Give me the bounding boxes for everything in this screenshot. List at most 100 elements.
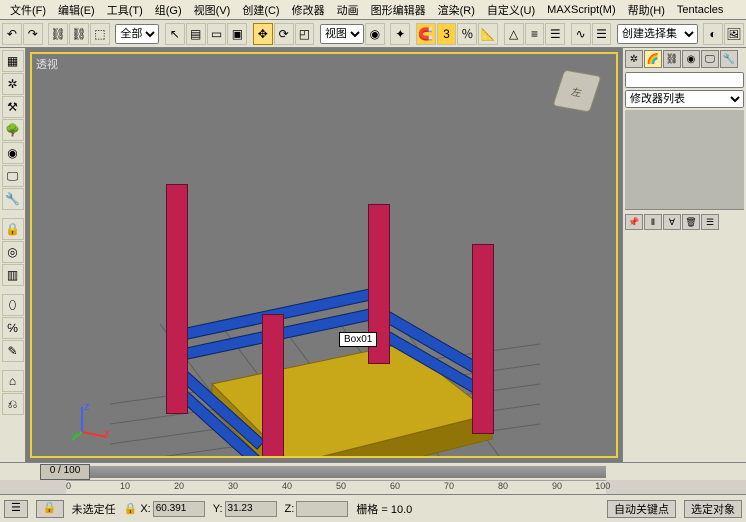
spinner-snap-toggle[interactable]: 📐 bbox=[478, 23, 498, 45]
x-label: 🔒 X: bbox=[124, 502, 151, 515]
time-slider-track[interactable]: 0 / 100 bbox=[40, 466, 606, 478]
script-listener-button[interactable]: ☰ bbox=[4, 500, 28, 518]
motion-tab[interactable]: ◉ bbox=[2, 142, 24, 164]
align-button[interactable]: ≡ bbox=[525, 23, 545, 45]
time-slider-bar: 0 / 100 0 / 100 bbox=[0, 462, 746, 480]
motion-panel-tab[interactable]: ◉ bbox=[682, 50, 700, 68]
angle-snap-toggle[interactable]: 3 bbox=[437, 23, 457, 45]
create-tab[interactable]: ✲ bbox=[2, 73, 24, 95]
remove-modifier-button[interactable]: 🗑 bbox=[682, 214, 700, 230]
ref-coord-system[interactable]: 视图 bbox=[320, 24, 364, 44]
scene-model bbox=[122, 174, 522, 458]
misc-tool-5[interactable]: ⎌ bbox=[2, 393, 24, 415]
make-unique-button[interactable]: ∀ bbox=[663, 214, 681, 230]
menu-tools[interactable]: 工具(T) bbox=[101, 0, 149, 20]
redo-button[interactable]: ↷ bbox=[23, 23, 43, 45]
modifier-list[interactable]: 修改器列表 bbox=[625, 90, 744, 108]
auto-key-button[interactable]: 自动关键点 bbox=[607, 500, 676, 518]
y-label: Y: bbox=[213, 503, 223, 515]
menu-tentacles[interactable]: Tentacles bbox=[671, 2, 729, 18]
schematic-view-button[interactable]: ☰ bbox=[592, 23, 612, 45]
show-end-result-button[interactable]: Ⅱ bbox=[644, 214, 662, 230]
svg-text:y: y bbox=[72, 429, 78, 441]
select-manipulate-button[interactable]: ✦ bbox=[390, 23, 410, 45]
modifier-stack[interactable] bbox=[625, 110, 744, 210]
undo-button[interactable]: ↶ bbox=[2, 23, 22, 45]
layers-button[interactable]: ☰ bbox=[545, 23, 565, 45]
hierarchy-tab[interactable]: 🌳 bbox=[2, 119, 24, 141]
menu-rendering[interactable]: 渲染(R) bbox=[432, 0, 481, 20]
menu-bar: 文件(F) 编辑(E) 工具(T) 组(G) 视图(V) 创建(C) 修改器 动… bbox=[0, 0, 746, 20]
svg-text:z: z bbox=[84, 402, 90, 413]
tab-panel-button[interactable]: ▦ bbox=[2, 50, 24, 72]
menu-file[interactable]: 文件(F) bbox=[4, 0, 52, 20]
link-button[interactable]: ⛓ bbox=[48, 23, 68, 45]
misc-tool-1[interactable]: ⬯ bbox=[2, 294, 24, 316]
menu-create[interactable]: 创建(C) bbox=[236, 0, 285, 20]
object-name-label: Box01 bbox=[339, 332, 377, 347]
modify-tab[interactable]: ⚒ bbox=[2, 96, 24, 118]
misc-tool-2[interactable]: ℅ bbox=[2, 317, 24, 339]
z-coord-field[interactable] bbox=[296, 501, 348, 517]
view-cube[interactable]: 左 bbox=[552, 69, 601, 112]
isolate-button[interactable]: ◎ bbox=[2, 241, 24, 263]
menu-views[interactable]: 视图(V) bbox=[188, 0, 237, 20]
scale-button[interactable]: ◰ bbox=[295, 23, 315, 45]
status-bar: ☰ 🔒 未选定任 🔒 X: Y: Z: 栅格 = 10.0 自动关键点 选定对象 bbox=[0, 494, 746, 522]
menu-animation[interactable]: 动画 bbox=[331, 0, 365, 20]
misc-tool-3[interactable]: ✎ bbox=[2, 340, 24, 362]
selection-floater-button[interactable]: ▥ bbox=[2, 264, 24, 286]
post-front-left bbox=[262, 314, 284, 458]
pin-stack-button[interactable]: 📌 bbox=[625, 214, 643, 230]
curve-editor-button[interactable]: ∿ bbox=[571, 23, 591, 45]
timeline-ticks: 0 10 20 30 40 50 60 70 80 90 100 bbox=[66, 480, 606, 494]
bind-spacewarp-button[interactable]: ⬚ bbox=[90, 23, 110, 45]
create-panel-tab[interactable]: ✲ bbox=[625, 50, 643, 68]
menu-group[interactable]: 组(G) bbox=[149, 0, 188, 20]
display-tab[interactable]: 🖵 bbox=[2, 165, 24, 187]
menu-modifiers[interactable]: 修改器 bbox=[286, 0, 331, 20]
time-slider-thumb[interactable]: 0 / 100 bbox=[40, 464, 90, 480]
modify-panel-tab[interactable]: 🌈 bbox=[644, 50, 662, 68]
post-front-right bbox=[472, 244, 494, 434]
object-name-field[interactable] bbox=[625, 72, 744, 88]
viewport-container: 透视 左 bbox=[26, 48, 622, 462]
misc-tool-4[interactable]: ⌂ bbox=[2, 370, 24, 392]
menu-graph-editors[interactable]: 图形编辑器 bbox=[365, 0, 432, 20]
menu-help[interactable]: 帮助(H) bbox=[622, 0, 671, 20]
configure-sets-button[interactable]: ☰ bbox=[701, 214, 719, 230]
percent-snap-toggle[interactable]: ％ bbox=[457, 23, 477, 45]
render-setup-button[interactable]: 🖼 bbox=[724, 23, 744, 45]
post-back-left bbox=[166, 184, 188, 414]
unlink-button[interactable]: ⛓ bbox=[69, 23, 89, 45]
menu-edit[interactable]: 编辑(E) bbox=[52, 0, 101, 20]
mirror-button[interactable]: △ bbox=[504, 23, 524, 45]
menu-maxscript[interactable]: MAXScript(M) bbox=[541, 2, 621, 18]
selection-filter[interactable]: 全部 bbox=[115, 24, 159, 44]
utilities-panel-tab[interactable]: 🔧 bbox=[720, 50, 738, 68]
select-button[interactable]: ↖ bbox=[165, 23, 185, 45]
perspective-viewport[interactable]: 透视 左 bbox=[30, 52, 618, 458]
window-crossing-button[interactable]: ▣ bbox=[227, 23, 247, 45]
left-toolbar: ▦ ✲ ⚒ 🌳 ◉ 🖵 🔧 🔒 ◎ ▥ ⬯ ℅ ✎ ⌂ ⎌ bbox=[0, 48, 26, 462]
set-key-filters-button[interactable]: 选定对象 bbox=[684, 500, 742, 518]
menu-customize[interactable]: 自定义(U) bbox=[481, 0, 541, 20]
z-label: Z: bbox=[285, 503, 295, 515]
select-by-name-button[interactable]: ▤ bbox=[186, 23, 206, 45]
rotate-button[interactable]: ⟳ bbox=[274, 23, 294, 45]
utilities-tab[interactable]: 🔧 bbox=[2, 188, 24, 210]
use-center-button[interactable]: ◉ bbox=[365, 23, 385, 45]
select-region-button[interactable]: ▭ bbox=[207, 23, 227, 45]
move-button[interactable]: ✥ bbox=[253, 23, 273, 45]
named-selection-sets[interactable]: 创建选择集 bbox=[617, 24, 698, 44]
selection-status: 未选定任 bbox=[72, 501, 116, 517]
snap-toggle[interactable]: 🧲 bbox=[416, 23, 436, 45]
display-panel-tab[interactable]: 🖵 bbox=[701, 50, 719, 68]
material-editor-button[interactable]: ◐ bbox=[703, 23, 723, 45]
x-coord-field[interactable] bbox=[153, 501, 205, 517]
command-panel: ✲ 🌈 ⛓ ◉ 🖵 🔧 修改器列表 📌 Ⅱ ∀ 🗑 ☰ bbox=[622, 48, 746, 462]
lock-selection-button[interactable]: 🔒 bbox=[2, 218, 24, 240]
hierarchy-panel-tab[interactable]: ⛓ bbox=[663, 50, 681, 68]
lock-selection-toggle[interactable]: 🔒 bbox=[36, 500, 64, 518]
y-coord-field[interactable] bbox=[225, 501, 277, 517]
